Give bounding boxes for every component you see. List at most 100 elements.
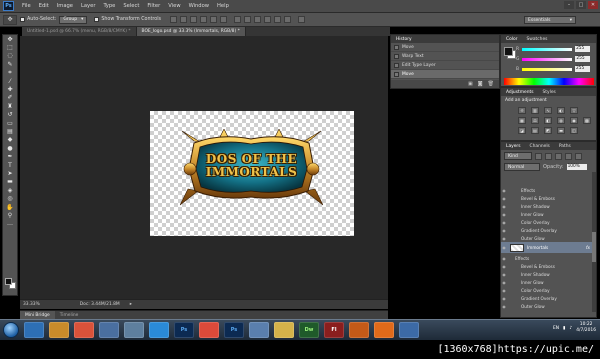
maximize-icon[interactable]: □ bbox=[576, 1, 586, 9]
align-vcenter-icon[interactable] bbox=[180, 16, 188, 23]
history-row[interactable]: Edit Type Layer bbox=[391, 61, 499, 70]
taskbar-firefox-icon[interactable] bbox=[374, 322, 394, 338]
tab-channels[interactable]: Channels bbox=[528, 144, 552, 149]
gradient-map-icon[interactable]: ▬ bbox=[557, 127, 565, 134]
3d-tool-icon[interactable]: ◈ bbox=[3, 186, 17, 194]
tab-boe-logo[interactable]: BOE_logo.psd @ 33.3% (Immortals, RGB/8) … bbox=[136, 27, 246, 36]
layer-effect-row[interactable]: ◉ Outer Glow bbox=[501, 302, 593, 310]
zoom-level[interactable]: 33.33% bbox=[23, 302, 40, 307]
invert-icon[interactable]: ◪ bbox=[518, 127, 526, 134]
black-white-icon[interactable]: ◧ bbox=[544, 117, 552, 124]
clock[interactable]: 10:22 4/7/2016 bbox=[576, 322, 596, 334]
menu-layer[interactable]: Layer bbox=[77, 0, 99, 13]
layer-effect-row[interactable]: ◉ Effects bbox=[501, 254, 593, 262]
menu-filter[interactable]: Filter bbox=[143, 0, 164, 13]
pen-tool-icon[interactable]: ✒ bbox=[3, 152, 17, 160]
document-canvas[interactable]: DOS OF THE IMMORTALS bbox=[150, 111, 354, 236]
network-icon[interactable]: ▮ bbox=[563, 326, 565, 331]
volume-icon[interactable]: ♪ bbox=[569, 326, 572, 331]
filter-smart-icon[interactable] bbox=[575, 152, 582, 160]
green-value[interactable]: 255 bbox=[575, 56, 591, 62]
menu-file[interactable]: File bbox=[18, 0, 35, 13]
auto-select-checkbox[interactable]: Auto-Select: bbox=[20, 17, 56, 22]
menu-image[interactable]: Image bbox=[53, 0, 77, 13]
align-top-icon[interactable] bbox=[170, 16, 178, 23]
layer-effect-row[interactable]: ◉ Bevel & Emboss bbox=[501, 262, 593, 270]
channel-mixer-icon[interactable]: ◉ bbox=[570, 117, 578, 124]
blue-track[interactable] bbox=[522, 67, 573, 71]
taskbar-app-icon[interactable] bbox=[399, 322, 419, 338]
layer-effect-row[interactable]: ◉ Inner Shadow bbox=[501, 202, 593, 210]
distribute-bottom-icon[interactable] bbox=[254, 16, 262, 23]
distribute-hcenter-icon[interactable] bbox=[274, 16, 282, 23]
menu-select[interactable]: Select bbox=[119, 0, 143, 13]
filter-pixel-icon[interactable] bbox=[535, 152, 542, 160]
distribute-right-icon[interactable] bbox=[284, 16, 292, 23]
tab-swatches[interactable]: Swatches bbox=[524, 37, 549, 42]
eye-icon[interactable]: ◉ bbox=[501, 245, 507, 250]
layer-name[interactable]: Immortals bbox=[527, 245, 548, 250]
taskbar-app-icon[interactable] bbox=[249, 322, 269, 338]
vibrance-icon[interactable]: ▽ bbox=[570, 107, 578, 114]
red-track[interactable] bbox=[522, 47, 573, 51]
tab-paths[interactable]: Paths bbox=[557, 144, 573, 149]
taskbar-app-icon[interactable] bbox=[74, 322, 94, 338]
foreground-color-swatch[interactable] bbox=[5, 278, 12, 285]
color-spectrum-bar[interactable] bbox=[504, 78, 594, 85]
taskbar-photoshop-icon[interactable]: Ps bbox=[174, 322, 194, 338]
history-row-selected[interactable]: Move bbox=[391, 70, 499, 79]
language-indicator[interactable]: EN bbox=[553, 326, 559, 331]
close-icon[interactable]: ✕ bbox=[588, 1, 598, 9]
align-left-icon[interactable] bbox=[200, 16, 208, 23]
foreground-background-swatch[interactable] bbox=[5, 278, 17, 290]
layers-scrollbar[interactable] bbox=[592, 172, 596, 312]
layer-effect-row[interactable]: ◉ Gradient Overlay bbox=[501, 294, 593, 302]
tab-styles[interactable]: Styles bbox=[541, 90, 558, 95]
lasso-tool-icon[interactable]: ◌ bbox=[3, 52, 17, 60]
layer-effect-row[interactable]: ◉ Color Overlay bbox=[501, 286, 593, 294]
tab-timeline[interactable]: Timeline bbox=[55, 311, 84, 319]
type-tool-icon[interactable]: T bbox=[3, 161, 17, 169]
show-transform-checkbox[interactable]: Show Transform Controls bbox=[94, 17, 161, 22]
tab-untitled-1[interactable]: Untitled-1.psd @ 66.7% (menu, RGB/8/CMYK… bbox=[22, 27, 137, 36]
layer-effect-row[interactable]: ◉ Color Overlay bbox=[501, 218, 593, 226]
green-slider[interactable]: G 255 bbox=[516, 56, 591, 62]
curves-icon[interactable]: ∿ bbox=[544, 107, 552, 114]
brightness-contrast-icon[interactable]: ☼ bbox=[518, 107, 526, 114]
layer-effect-row[interactable]: ◉ Inner Glow bbox=[501, 278, 593, 286]
layer-effect-row[interactable]: ◉ Inner Shadow bbox=[501, 270, 593, 278]
green-track[interactable] bbox=[522, 57, 573, 61]
taskbar-dreamweaver-icon[interactable]: Dw bbox=[299, 322, 319, 338]
taskbar-app-icon[interactable] bbox=[24, 322, 44, 338]
minimize-icon[interactable]: – bbox=[564, 1, 574, 9]
layer-effect-row[interactable]: ◉ Bevel & Emboss bbox=[501, 194, 593, 202]
threshold-icon[interactable]: ◩ bbox=[544, 127, 552, 134]
healing-brush-tool-icon[interactable]: ✚ bbox=[3, 85, 17, 93]
filter-shape-icon[interactable] bbox=[565, 152, 572, 160]
eraser-tool-icon[interactable]: ▭ bbox=[3, 119, 17, 127]
photo-filter-icon[interactable]: ◍ bbox=[557, 117, 565, 124]
distribute-top-icon[interactable] bbox=[234, 16, 242, 23]
tab-adjustments[interactable]: Adjustments bbox=[504, 90, 536, 95]
blend-mode-dropdown[interactable]: Normal bbox=[504, 163, 540, 171]
color-balance-icon[interactable]: ⚖ bbox=[531, 117, 539, 124]
taskbar-flash-icon[interactable]: Fl bbox=[324, 322, 344, 338]
shape-tool-icon[interactable]: ▬ bbox=[3, 178, 17, 186]
history-row[interactable]: Move bbox=[391, 43, 499, 52]
blue-slider[interactable]: B 255 bbox=[516, 66, 591, 72]
taskbar-filezilla-icon[interactable] bbox=[349, 322, 369, 338]
trash-icon[interactable]: 🗑 bbox=[488, 81, 494, 87]
history-row[interactable]: Warp Text bbox=[391, 52, 499, 61]
workspace-dropdown[interactable]: Essentials ▾ bbox=[524, 16, 576, 24]
exposure-icon[interactable]: ◐ bbox=[557, 107, 565, 114]
taskbar-chrome-icon[interactable] bbox=[199, 322, 219, 338]
marquee-tool-icon[interactable]: ⬚ bbox=[3, 43, 17, 51]
distribute-vcenter-icon[interactable] bbox=[244, 16, 252, 23]
tab-mini-bridge[interactable]: Mini Bridge bbox=[20, 311, 55, 319]
game-logo[interactable]: DOS OF THE IMMORTALS bbox=[179, 128, 324, 211]
path-select-tool-icon[interactable]: ➤ bbox=[3, 169, 17, 177]
brush-tool-icon[interactable]: ✐ bbox=[3, 94, 17, 102]
dodge-tool-icon[interactable]: ● bbox=[3, 144, 17, 152]
crop-tool-icon[interactable]: ⌗ bbox=[3, 69, 17, 77]
menu-window[interactable]: Window bbox=[185, 0, 213, 13]
